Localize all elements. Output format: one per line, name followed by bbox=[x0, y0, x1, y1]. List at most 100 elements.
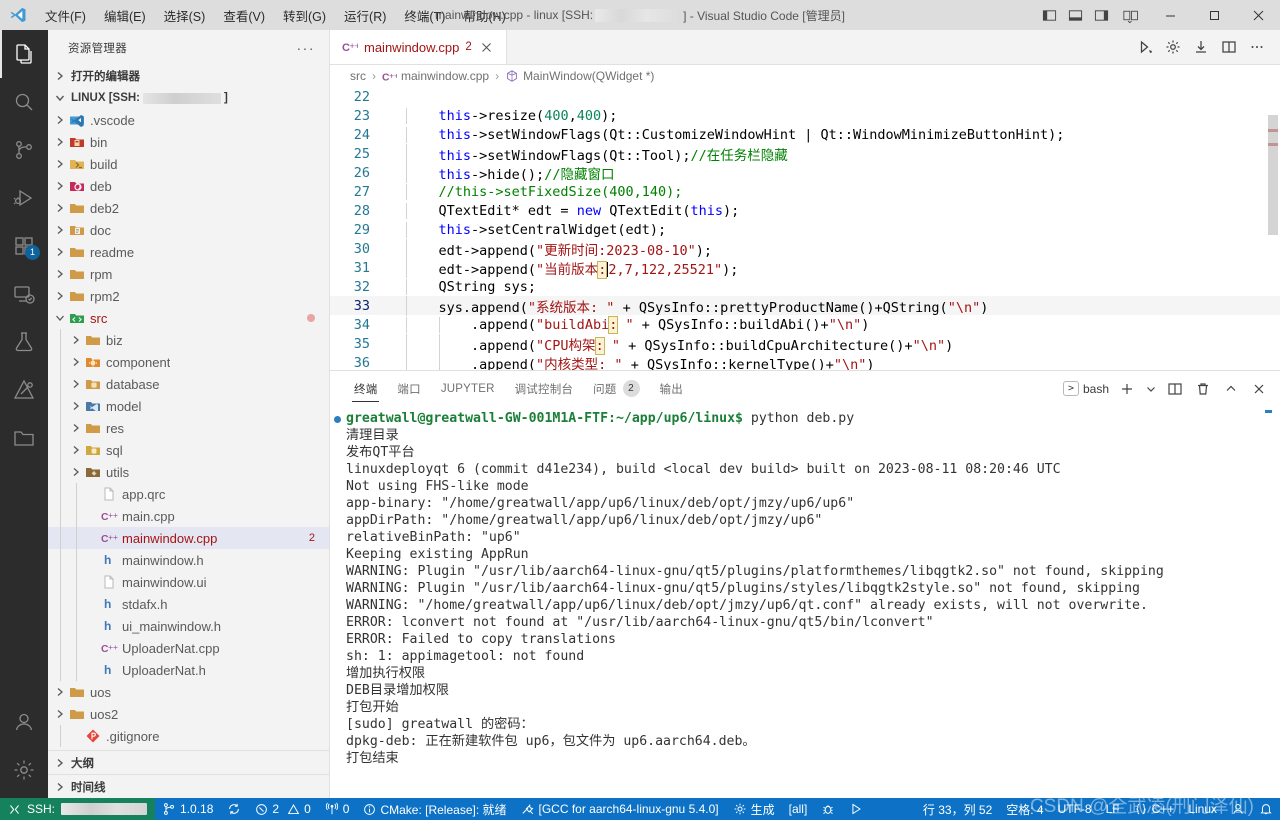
tree-item-uploadernat-h[interactable]: hUploaderNat.h bbox=[48, 659, 329, 681]
status-language-mode[interactable]: C++ bbox=[1127, 798, 1182, 820]
section-open-editors[interactable]: 打开的编辑器 bbox=[48, 65, 329, 87]
customize-layout-icon[interactable] bbox=[1114, 0, 1148, 30]
tree-item-mainwindow-h[interactable]: hmainwindow.h bbox=[48, 549, 329, 571]
status-cmake[interactable]: CMake: [Release]: 就绪 bbox=[356, 798, 513, 820]
status-run[interactable] bbox=[842, 798, 870, 820]
status-build[interactable]: 生成 bbox=[726, 798, 782, 820]
chevron-right-icon[interactable] bbox=[52, 266, 68, 282]
menu-edit[interactable]: 编辑(E) bbox=[95, 2, 155, 29]
new-terminal-icon[interactable] bbox=[1114, 376, 1140, 402]
close-button[interactable] bbox=[1236, 0, 1280, 30]
breadcrumb-item-symbol[interactable]: MainWindow(QWidget *) bbox=[505, 69, 654, 83]
kill-terminal-icon[interactable] bbox=[1190, 376, 1216, 402]
tree-item-mainwindow-cpp[interactable]: C++mainwindow.cpp2 bbox=[48, 527, 329, 549]
tree-item-deb[interactable]: deb bbox=[48, 175, 329, 197]
code-line[interactable]: 28 QTextEdit* edt = new QTextEdit(this); bbox=[330, 201, 1280, 220]
activity-item-accounts[interactable] bbox=[0, 698, 48, 746]
panel-tab-terminal[interactable]: 终端 bbox=[344, 371, 387, 406]
section-workspace-root[interactable]: LINUX [SSH: ] bbox=[48, 87, 329, 109]
tree-item-uos2[interactable]: uos2 bbox=[48, 703, 329, 725]
status-remote-indicator[interactable]: SSH: bbox=[0, 798, 155, 820]
tree-item-res[interactable]: res bbox=[48, 417, 329, 439]
tree-item-uploadernat-cpp[interactable]: C++UploaderNat.cpp bbox=[48, 637, 329, 659]
code-line[interactable]: 26 this->hide();//隐藏窗口 bbox=[330, 163, 1280, 182]
menu-help[interactable]: 帮助(H) bbox=[454, 2, 514, 29]
file-tree[interactable]: .vscodebinbuilddebdeb2docreadmerpmrpm2sr… bbox=[48, 109, 329, 750]
chevron-right-icon[interactable] bbox=[68, 376, 84, 392]
status-indentation[interactable]: 空格: 4 bbox=[999, 798, 1050, 820]
chevron-right-icon[interactable] bbox=[52, 178, 68, 194]
menu-selection[interactable]: 选择(S) bbox=[155, 2, 215, 29]
menu-file[interactable]: 文件(F) bbox=[36, 2, 95, 29]
maximize-button[interactable] bbox=[1192, 0, 1236, 30]
activity-item-remote-explorer[interactable] bbox=[0, 270, 48, 318]
tree-item-biz[interactable]: biz bbox=[48, 329, 329, 351]
tree-item-doc[interactable]: doc bbox=[48, 219, 329, 241]
sidebar-more-actions[interactable]: ··· bbox=[297, 40, 322, 56]
activity-item-cmake-tools[interactable] bbox=[0, 366, 48, 414]
status-encoding[interactable]: UTF-8 bbox=[1051, 798, 1099, 820]
code-line[interactable]: 33 sys.append("系统版本: " + QSysInfo::prett… bbox=[330, 296, 1280, 315]
status-target[interactable]: [all] bbox=[782, 798, 815, 820]
panel-tab-problems[interactable]: 问题 2 bbox=[583, 371, 649, 406]
code-line[interactable]: 23 this->resize(400,400); bbox=[330, 106, 1280, 125]
editor-scrollbar-thumb[interactable] bbox=[1268, 115, 1278, 235]
chevron-right-icon[interactable] bbox=[68, 442, 84, 458]
tree-item-sql[interactable]: sql bbox=[48, 439, 329, 461]
panel-tab-debug-console[interactable]: 调试控制台 bbox=[505, 371, 584, 406]
editor-tab-close-icon[interactable] bbox=[478, 38, 496, 56]
tree-item-main-cpp[interactable]: C++main.cpp bbox=[48, 505, 329, 527]
status-cursor-position[interactable]: 行 33，列 52 bbox=[916, 798, 999, 820]
status-platform[interactable]: Linux bbox=[1181, 798, 1224, 820]
panel-tab-ports[interactable]: 端口 bbox=[387, 371, 430, 406]
code-line[interactable]: 27 //this->setFixedSize(400,140); bbox=[330, 182, 1280, 201]
terminal-dropdown-icon[interactable] bbox=[1142, 376, 1160, 402]
breadcrumb-item-file[interactable]: C++ mainwindow.cpp bbox=[382, 69, 489, 84]
panel-tab-jupyter[interactable]: JUPYTER bbox=[431, 371, 505, 406]
menu-go[interactable]: 转到(G) bbox=[274, 2, 335, 29]
chevron-right-icon[interactable] bbox=[68, 464, 84, 480]
breadcrumb-item-src[interactable]: src bbox=[350, 69, 366, 83]
code-line[interactable]: 34 .append("buildAbi: " + QSysInfo::buil… bbox=[330, 315, 1280, 334]
chevron-right-icon[interactable] bbox=[52, 222, 68, 238]
activity-item-search[interactable] bbox=[0, 78, 48, 126]
code-line[interactable]: 32 QString sys; bbox=[330, 277, 1280, 296]
panel-tab-output[interactable]: 输出 bbox=[650, 371, 693, 406]
tree-item--vscode[interactable]: .vscode bbox=[48, 109, 329, 131]
chevron-right-icon[interactable] bbox=[68, 420, 84, 436]
status-notifications[interactable] bbox=[1252, 798, 1280, 820]
run-code-icon[interactable] bbox=[1132, 34, 1158, 60]
tree-item-component[interactable]: component bbox=[48, 351, 329, 373]
activity-item-testing[interactable] bbox=[0, 318, 48, 366]
chevron-right-icon[interactable] bbox=[52, 134, 68, 150]
status-problems[interactable]: 2 0 bbox=[248, 798, 317, 820]
chevron-right-icon[interactable] bbox=[52, 112, 68, 128]
toggle-panel-icon[interactable] bbox=[1062, 0, 1088, 30]
section-timeline[interactable]: 时间线 bbox=[48, 774, 329, 798]
tree-item-rpm[interactable]: rpm bbox=[48, 263, 329, 285]
activity-item-explorer[interactable] bbox=[0, 30, 48, 78]
chevron-right-icon[interactable] bbox=[52, 156, 68, 172]
chevron-right-icon[interactable] bbox=[68, 332, 84, 348]
code-line[interactable]: 31 edt->append("当前版本:2,7,122,25521"); bbox=[330, 258, 1280, 277]
tree-item-utils[interactable]: utils bbox=[48, 461, 329, 483]
code-line[interactable]: 24 this->setWindowFlags(Qt::CustomizeWin… bbox=[330, 125, 1280, 144]
settings-gear-icon[interactable] bbox=[1160, 34, 1186, 60]
code-line[interactable]: 30 edt->append("更新时间:2023-08-10"); bbox=[330, 239, 1280, 258]
code-editor[interactable]: 2223 this->resize(400,400);24 this->setW… bbox=[330, 87, 1280, 370]
tree-item-build[interactable]: build bbox=[48, 153, 329, 175]
chevron-right-icon[interactable] bbox=[52, 288, 68, 304]
status-debug[interactable] bbox=[814, 798, 842, 820]
menu-view[interactable]: 查看(V) bbox=[214, 2, 274, 29]
activity-item-settings[interactable] bbox=[0, 746, 48, 794]
chevron-right-icon[interactable] bbox=[68, 354, 84, 370]
tree-item-readme[interactable]: readme bbox=[48, 241, 329, 263]
status-feedback[interactable] bbox=[1224, 798, 1252, 820]
status-eol[interactable]: LF bbox=[1099, 798, 1127, 820]
terminal-output[interactable]: greatwall@greatwall-GW-001M1A-FTF:~/app/… bbox=[330, 406, 1280, 798]
menu-run[interactable]: 运行(R) bbox=[335, 2, 395, 29]
code-line[interactable]: 22 bbox=[330, 87, 1280, 106]
chevron-right-icon[interactable] bbox=[52, 200, 68, 216]
tree-item-rpm2[interactable]: rpm2 bbox=[48, 285, 329, 307]
split-editor-icon[interactable] bbox=[1216, 34, 1242, 60]
